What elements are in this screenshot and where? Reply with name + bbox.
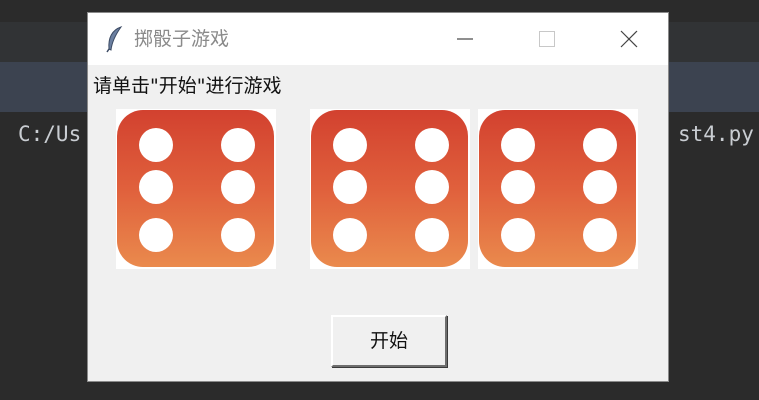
start-button[interactable]: 开始 [331,315,447,367]
die-pip [501,170,535,204]
instruction-label: 请单击"开始"进行游戏 [93,75,282,97]
die-1 [116,109,276,269]
die-pip [583,218,617,252]
dice-game-window: 掷骰子游戏 请单击"开始"进行游戏 开始 [87,12,669,382]
die-pip [333,170,367,204]
die-pip [415,128,449,162]
die-pip [139,128,173,162]
feather-icon [104,25,126,53]
die-2 [310,109,470,269]
ide-path-text-right: st4.py [678,122,754,146]
die-pip [221,218,255,252]
die-pip [333,128,367,162]
window-titlebar[interactable]: 掷骰子游戏 [88,13,668,65]
minimize-button[interactable] [442,13,488,65]
die-face [117,110,274,267]
maximize-button[interactable] [524,13,570,65]
die-face [479,110,636,267]
ide-path-text-left: C:/Us [18,122,82,146]
die-face [311,110,468,267]
die-pip [415,170,449,204]
die-pip [139,170,173,204]
die-pip [415,218,449,252]
minimize-icon [457,38,473,40]
die-3 [478,109,638,269]
die-pip [139,218,173,252]
maximize-icon [539,31,555,47]
die-pip [333,218,367,252]
die-pip [501,218,535,252]
die-pip [221,170,255,204]
die-pip [583,170,617,204]
die-pip [221,128,255,162]
die-pip [583,128,617,162]
die-pip [501,128,535,162]
close-icon [620,30,638,48]
window-title: 掷骰子游戏 [134,28,230,50]
close-button[interactable] [606,13,652,65]
